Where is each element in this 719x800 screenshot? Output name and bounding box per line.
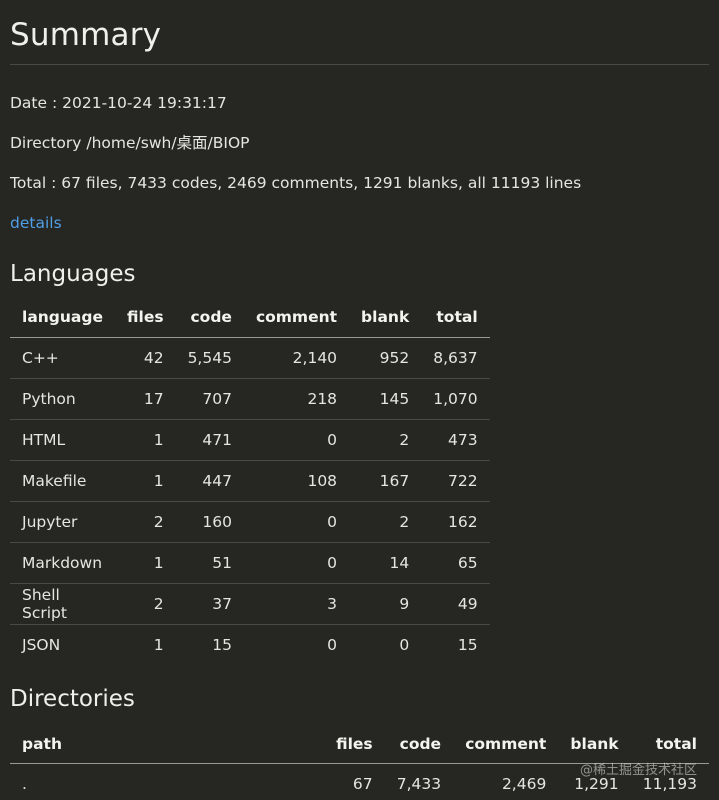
languages-header-row: language files code comment blank total [10,297,490,338]
cell-comment: 2,140 [243,337,350,379]
cell-blank: 14 [349,542,422,584]
column-header-total[interactable]: total [630,725,709,764]
cell-files: 67 [352,775,373,793]
table-row: Python 17 707 218 145 1,070 [10,378,490,420]
cell-files: 1 [115,542,176,584]
cell-blank: 9 [349,583,422,625]
cell-code: 471 [175,419,244,461]
page-title: Summary [10,17,162,53]
title-divider [10,64,709,65]
column-header-code[interactable]: code [384,725,454,764]
cell-code: 160 [175,501,244,543]
directories-heading: Directories [10,686,135,712]
cell-files: 2 [115,583,176,625]
cell-total: 1,070 [421,378,490,420]
column-header-path[interactable]: path [10,725,324,764]
watermark: @稀土掘金技术社区 [579,763,697,778]
table-row: HTML 1 471 0 2 473 [10,419,490,461]
column-header-comment[interactable]: comment [243,297,350,338]
table-row: C++ 42 5,545 2,140 952 8,637 [10,337,490,379]
cell-blank: 145 [349,378,422,420]
cell-code: 15 [212,636,232,654]
cell-language: HTML [10,419,116,461]
cell-code: 7,433 [396,775,442,793]
cell-total: 162 [421,501,490,543]
column-header-files[interactable]: files [324,725,385,764]
languages-heading: Languages [10,261,136,287]
cell-total: 49 [421,583,490,625]
table-row: Jupyter 2 160 0 2 162 [10,501,490,543]
cell-language: JSON [22,636,61,654]
cell-files: 42 [115,337,176,379]
column-header-files[interactable]: files [115,297,176,338]
details-link[interactable]: details [10,213,62,233]
cell-files: 1 [153,636,164,654]
column-header-blank[interactable]: blank [558,725,631,764]
cell-blank: 952 [349,337,422,379]
table-row: Makefile 1 447 108 167 722 [10,460,490,502]
column-header-code[interactable]: code [175,297,244,338]
cell-comment: 0 [243,501,350,543]
cell-blank: 2 [349,419,422,461]
cell-files: 1 [115,460,176,502]
cell-code: 447 [175,460,244,502]
cell-comment: 2,469 [501,775,547,793]
cell-blank: 167 [349,460,422,502]
cell-files: 1 [115,419,176,461]
languages-table: language files code comment blank total … [10,297,490,665]
cell-language: Python [10,378,116,420]
cell-total: 65 [421,542,490,584]
directories-header-row: path files code comment blank total [10,725,709,764]
cell-comment: 218 [243,378,350,420]
cell-comment: 108 [243,460,350,502]
column-header-language[interactable]: language [10,297,116,338]
table-row: Markdown 1 51 0 14 65 [10,542,490,584]
cell-blank: 2 [349,501,422,543]
total-line: Total : 67 files, 7433 codes, 2469 comme… [10,174,582,192]
cell-language: Shell Script [10,583,116,625]
cell-comment: 0 [327,636,338,654]
cell-language: C++ [10,337,116,379]
cell-total: 8,637 [421,337,490,379]
column-header-blank[interactable]: blank [349,297,422,338]
column-header-comment[interactable]: comment [453,725,559,764]
cell-code: 51 [175,542,244,584]
cell-total: 473 [421,419,490,461]
cell-path[interactable]: . [10,764,324,800]
cell-files: 17 [115,378,176,420]
cell-comment: 0 [243,419,350,461]
cell-code: 707 [175,378,244,420]
table-row: Shell Script 2 37 3 9 49 [10,583,490,625]
summary-page: Summary Date : 2021-10-24 19:31:17 Direc… [0,0,719,800]
cell-code: 5,545 [175,337,244,379]
cell-blank: 0 [399,636,410,654]
cell-total: 15 [457,636,478,654]
directory-line: Directory /home/swh/桌面/BIOP [10,134,250,152]
table-row: JSON 1 15 0 0 15 [10,625,490,666]
cell-language: Markdown [10,542,116,584]
cell-code: 37 [175,583,244,625]
cell-language: Jupyter [10,501,116,543]
cell-comment: 3 [243,583,350,625]
column-header-total[interactable]: total [421,297,490,338]
date-line: Date : 2021-10-24 19:31:17 [10,94,227,112]
cell-comment: 0 [243,542,350,584]
cell-total: 722 [421,460,490,502]
cell-language: Makefile [10,460,116,502]
cell-files: 2 [115,501,176,543]
